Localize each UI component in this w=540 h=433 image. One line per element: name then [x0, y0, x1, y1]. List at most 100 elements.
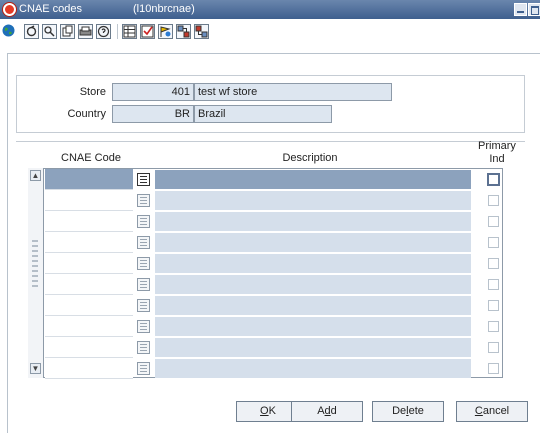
table-row[interactable]	[45, 337, 502, 358]
description-cell[interactable]	[155, 254, 471, 273]
country-label: Country	[67, 108, 106, 120]
cancel-button[interactable]: Cancel	[456, 401, 528, 422]
list-lookup-icon	[137, 320, 150, 333]
cancel-button-mnemonic: C	[474, 405, 483, 417]
lookup-button[interactable]	[134, 277, 153, 292]
app-icon	[3, 3, 16, 16]
add-button-label-pre: A	[317, 405, 325, 417]
primary-ind-checkbox[interactable]	[488, 321, 499, 332]
copy-icon[interactable]	[60, 24, 75, 39]
grid-icon[interactable]	[122, 24, 137, 39]
cancel-button-label-post: ancel	[482, 405, 510, 417]
table-row[interactable]	[45, 253, 502, 274]
cnae-code-cell[interactable]	[45, 232, 133, 253]
list-lookup-icon	[137, 299, 150, 312]
lookup-button[interactable]	[134, 361, 153, 376]
cnae-code-cell[interactable]	[45, 358, 133, 379]
cnae-code-cell[interactable]	[45, 211, 133, 232]
list-lookup-icon	[137, 236, 150, 249]
check-icon[interactable]	[140, 24, 155, 39]
maximize-icon[interactable]	[528, 3, 540, 16]
flag-icon[interactable]	[158, 24, 173, 39]
description-cell[interactable]	[155, 212, 471, 231]
table-row[interactable]	[45, 274, 502, 295]
window-title: CNAE codes	[19, 3, 82, 15]
lookup-button[interactable]	[134, 214, 153, 229]
grid-scrollbar[interactable]: ▲ ▼	[28, 168, 44, 378]
toolbar-divider	[117, 24, 118, 39]
country-code-field[interactable]: BR	[112, 105, 194, 123]
table-row[interactable]	[45, 169, 502, 190]
store-name-field[interactable]: test wf store	[194, 83, 392, 101]
primary-ind-checkbox[interactable]	[488, 300, 499, 311]
column-header-cnae-code: CNAE Code	[61, 152, 121, 164]
lookup-button[interactable]	[134, 235, 153, 250]
description-cell[interactable]	[155, 338, 471, 357]
scroll-down-icon[interactable]: ▼	[30, 363, 41, 374]
description-cell[interactable]	[155, 233, 471, 252]
search-icon[interactable]	[42, 24, 57, 39]
column-header-ind: Ind	[489, 153, 505, 165]
back-icon[interactable]	[24, 24, 39, 39]
lookup-button[interactable]	[134, 172, 153, 187]
list-lookup-icon	[137, 257, 150, 270]
primary-ind-checkbox[interactable]	[488, 237, 499, 248]
cnae-code-cell[interactable]	[45, 316, 133, 337]
list-lookup-icon	[137, 362, 150, 375]
globe-icon[interactable]	[2, 24, 17, 39]
list-lookup-icon	[137, 215, 150, 228]
description-cell[interactable]	[155, 275, 471, 294]
ok-button-label-post: K	[268, 405, 276, 417]
list-lookup-icon	[137, 341, 150, 354]
store-label: Store	[79, 86, 106, 98]
table-row[interactable]	[45, 232, 502, 253]
cnae-code-cell[interactable]	[45, 253, 133, 274]
delete-button-label-post: ete	[408, 405, 424, 417]
minimize-icon[interactable]	[514, 3, 527, 16]
primary-ind-checkbox[interactable]	[488, 279, 499, 290]
lookup-button[interactable]	[134, 193, 153, 208]
primary-ind-checkbox[interactable]	[488, 258, 499, 269]
list-lookup-icon	[137, 278, 150, 291]
table-row[interactable]	[45, 211, 502, 232]
primary-ind-checkbox[interactable]	[488, 363, 499, 374]
ok-button-mnemonic: O	[260, 405, 269, 417]
lookup-button[interactable]	[134, 298, 153, 313]
print-icon[interactable]	[78, 24, 93, 39]
primary-ind-checkbox[interactable]	[487, 173, 500, 186]
cnae-code-cell[interactable]	[45, 169, 133, 190]
lookup-button[interactable]	[134, 256, 153, 271]
table-row[interactable]	[45, 190, 502, 211]
description-cell[interactable]	[155, 170, 471, 189]
add-button-label-post: d	[330, 405, 337, 417]
scroll-grip[interactable]	[32, 240, 38, 290]
primary-ind-checkbox[interactable]	[488, 216, 499, 227]
delete-button[interactable]: Delete	[372, 401, 444, 422]
primary-ind-checkbox[interactable]	[488, 195, 499, 206]
scroll-up-icon[interactable]: ▲	[30, 170, 41, 181]
lookup-button[interactable]	[134, 340, 153, 355]
description-cell[interactable]	[155, 317, 471, 336]
add-button[interactable]: Add	[291, 401, 363, 422]
collapse-icon[interactable]	[194, 24, 209, 39]
table-row[interactable]	[45, 358, 502, 379]
country-name-field[interactable]: Brazil	[194, 105, 332, 123]
cnae-code-cell[interactable]	[45, 337, 133, 358]
lookup-button[interactable]	[134, 319, 153, 334]
toolbar	[0, 19, 540, 47]
expand-icon[interactable]	[176, 24, 191, 39]
table-row[interactable]	[45, 316, 502, 337]
cnae-code-cell[interactable]	[45, 295, 133, 316]
primary-ind-checkbox[interactable]	[488, 342, 499, 353]
description-cell[interactable]	[155, 191, 471, 210]
cnae-code-cell[interactable]	[45, 274, 133, 295]
help-icon[interactable]	[96, 24, 111, 39]
description-cell[interactable]	[155, 296, 471, 315]
store-id-field[interactable]: 401	[112, 83, 194, 101]
title-bar: CNAE codes (l10nbrcnae)	[0, 0, 540, 19]
table-row[interactable]	[45, 295, 502, 316]
divider	[16, 141, 525, 142]
column-header-primary: Primary	[478, 140, 516, 152]
cnae-code-cell[interactable]	[45, 190, 133, 211]
description-cell[interactable]	[155, 359, 471, 378]
